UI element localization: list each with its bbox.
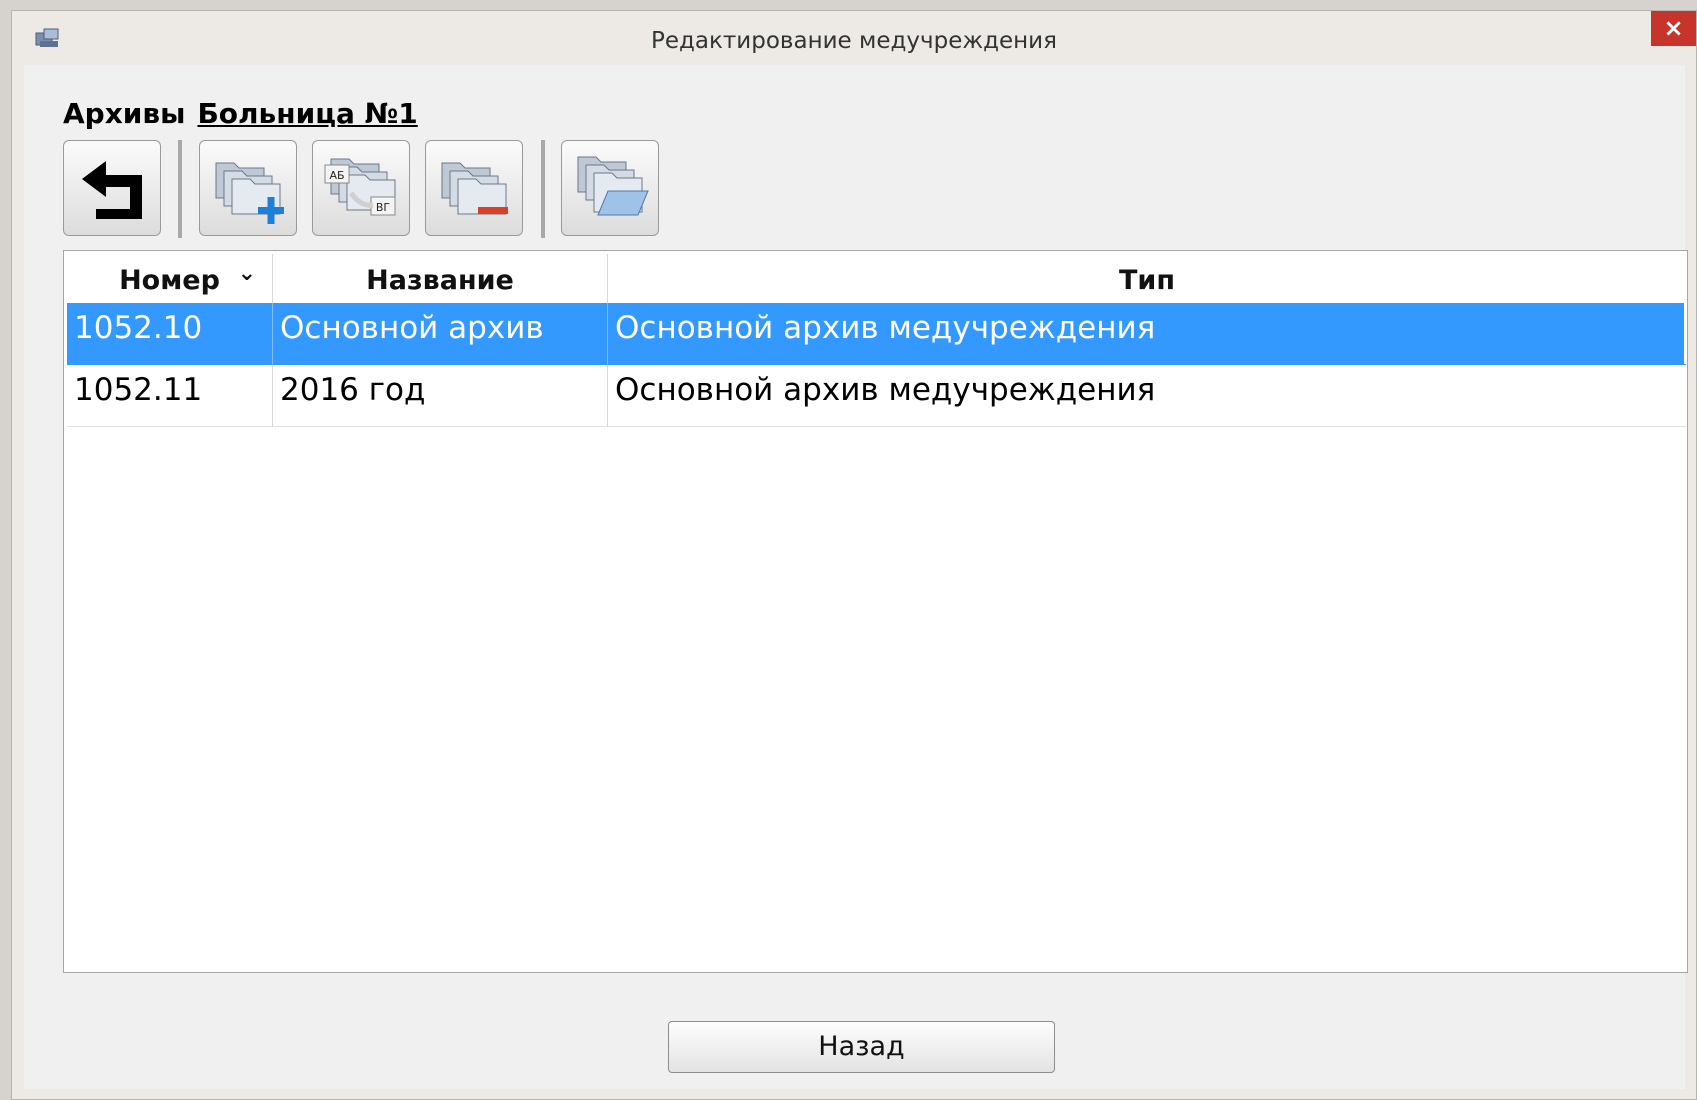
toolbar-separator [541,140,545,238]
folder-open-icon [577,156,649,216]
table-row[interactable]: 1052.11 2016 год Основной архив медучреж… [67,365,1686,427]
column-header-number[interactable]: Номер ⌄ [67,254,273,303]
table-header: Номер ⌄ Название Тип [67,254,1684,303]
column-header-label: Название [366,265,514,296]
title-bar[interactable]: Редактирование медучреждения × [12,11,1696,65]
column-header-label: Номер [119,265,220,296]
folder-add-icon [215,162,284,224]
page-heading: Архивы Больница №1 [63,97,418,130]
add-archive-button[interactable] [199,140,297,236]
open-archive-button[interactable] [561,140,659,236]
rename-icon-text-right: ВГ [376,201,391,214]
dialog-body: Архивы Больница №1 АБ ВГ Номер ⌄ Названи… [24,65,1688,1089]
sort-descending-icon: ⌄ [237,261,256,286]
cell-type: Основной архив медучреждения [608,365,1686,427]
window-title: Редактирование медучреждения [651,28,1057,54]
rename-archive-button[interactable]: АБ ВГ [312,140,410,236]
close-icon: × [1663,14,1684,42]
dialog-window: Редактирование медучреждения × Архивы Бол… [11,10,1697,1100]
back-arrow-button[interactable] [63,140,161,236]
archives-table[interactable]: Номер ⌄ Название Тип 1052.10 Основной ар… [63,250,1688,973]
delete-archive-button[interactable] [425,140,523,236]
column-header-name[interactable]: Название [273,254,608,303]
return-arrow-icon [82,161,142,219]
cell-name: 2016 год [273,365,608,427]
folder-rename-icon: АБ ВГ [324,158,396,216]
cell-number: 1052.11 [67,365,273,427]
cell-name: Основной архив [273,303,608,365]
hospital-link[interactable]: Больница №1 [197,97,417,130]
column-header-type[interactable]: Тип [608,254,1686,303]
back-button[interactable]: Назад [668,1021,1055,1073]
heading-label: Архивы [63,97,186,130]
folder-remove-icon [441,162,508,215]
cell-type: Основной архив медучреждения [608,303,1686,365]
cell-number: 1052.10 [67,303,273,365]
column-header-label: Тип [1119,265,1175,296]
table-row[interactable]: 1052.10 Основной архив Основной архив ме… [67,303,1686,365]
rename-icon-text-left: АБ [329,169,344,182]
close-button[interactable]: × [1651,11,1696,46]
toolbar-separator [178,140,182,238]
